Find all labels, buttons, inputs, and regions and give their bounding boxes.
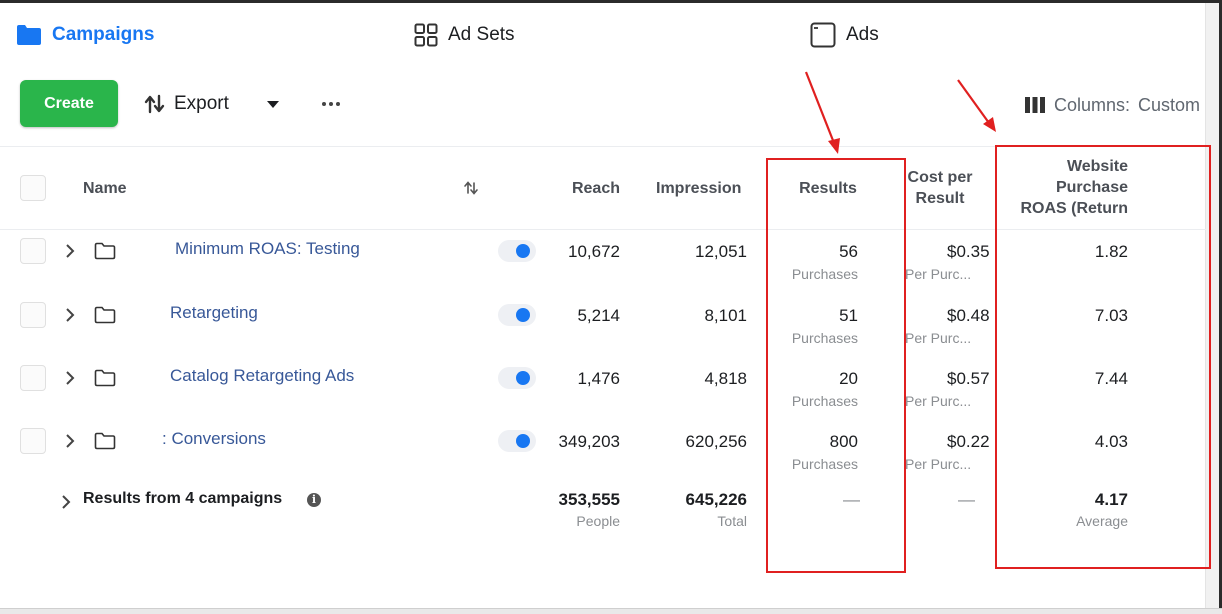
totals-cost-per-result: — (958, 490, 975, 509)
cost-per-result-value: $0.57 (947, 369, 990, 388)
more-icon[interactable] (319, 92, 343, 116)
sort-icon[interactable] (463, 180, 479, 196)
totals-reach-unit: People (576, 513, 620, 529)
create-button[interactable]: Create (20, 80, 118, 127)
chevron-right-icon[interactable] (64, 307, 76, 323)
folder-icon (94, 432, 116, 450)
select-all-checkbox[interactable] (20, 175, 46, 201)
export-button[interactable]: Export (144, 90, 229, 118)
tab-ad-sets[interactable]: Ad Sets (414, 20, 515, 50)
columns-value: Custom (1138, 94, 1201, 115)
window-bottom-border (0, 608, 1222, 614)
cost-per-result-unit: Per Purc... (905, 456, 970, 472)
columns-label: Columns: (1054, 94, 1131, 115)
reach-value: 349,203 (558, 432, 620, 451)
tab-campaigns[interactable]: Campaigns (16, 20, 154, 50)
cost-per-result-unit: Per Purc... (905, 266, 970, 282)
tab-ad-sets-label: Ad Sets (448, 24, 515, 45)
impressions-value: 8,101 (704, 306, 747, 325)
campaign-name-link[interactable]: : Conversions (162, 429, 266, 449)
folder-icon (17, 25, 41, 45)
row-checkbox[interactable] (20, 302, 46, 328)
chevron-right-icon[interactable] (60, 494, 72, 510)
folder-icon (94, 306, 116, 324)
cost-per-result-unit: Per Purc... (905, 330, 970, 346)
window-top-border (0, 0, 1222, 3)
columns-button[interactable]: Columns: Custom (1024, 92, 1200, 118)
totals-impressions: 645,226 (685, 490, 747, 509)
impressions-value: 620,256 (685, 432, 747, 451)
row-checkbox[interactable] (20, 428, 46, 454)
campaign-name-link[interactable]: Retargeting (170, 303, 258, 323)
impressions-value: 12,051 (695, 242, 747, 261)
header-reach[interactable]: Reach (540, 178, 620, 199)
info-icon[interactable]: i (307, 493, 321, 507)
grid-icon (414, 23, 438, 47)
caret-down-icon[interactable] (265, 94, 281, 114)
totals-impressions-unit: Total (717, 513, 747, 529)
reach-value: 5,214 (577, 306, 620, 325)
row-checkbox[interactable] (20, 365, 46, 391)
results-highlight-box (766, 158, 906, 573)
row-checkbox[interactable] (20, 238, 46, 264)
cost-per-result-value: $0.22 (947, 432, 990, 451)
impressions-value: 4,818 (704, 369, 747, 388)
folder-icon (94, 369, 116, 387)
folder-icon (94, 242, 116, 260)
totals-reach: 353,555 (558, 490, 620, 509)
totals-label: Results from 4 campaigns (83, 490, 283, 507)
chevron-right-icon[interactable] (64, 433, 76, 449)
columns-icon (1025, 97, 1045, 113)
header-cost-per-result[interactable]: Cost per Result (900, 167, 980, 209)
cost-per-result-unit: Per Purc... (905, 393, 970, 409)
cost-per-result-value: $0.48 (947, 306, 990, 325)
export-label: Export (174, 93, 229, 114)
ad-icon (810, 22, 836, 48)
reach-value: 1,476 (577, 369, 620, 388)
header-name[interactable]: Name (83, 178, 127, 199)
tab-campaigns-label: Campaigns (52, 24, 155, 45)
tab-ads-label: Ads (846, 24, 879, 45)
header-cost-per-result-line2: Result (915, 190, 965, 207)
campaign-name-link[interactable]: Catalog Retargeting Ads (170, 366, 354, 386)
reach-value: 10,672 (568, 242, 620, 261)
chevron-right-icon[interactable] (64, 243, 76, 259)
chevron-right-icon[interactable] (64, 370, 76, 386)
export-icon (144, 94, 165, 114)
campaign-name-link[interactable]: Minimum ROAS: Testing (175, 239, 360, 259)
tab-ads[interactable]: Ads (810, 20, 879, 50)
header-cost-per-result-line1: Cost per (907, 169, 973, 186)
cost-per-result-value: $0.35 (947, 242, 990, 261)
roas-highlight-box (995, 145, 1211, 569)
header-impressions[interactable]: Impression (656, 178, 749, 199)
